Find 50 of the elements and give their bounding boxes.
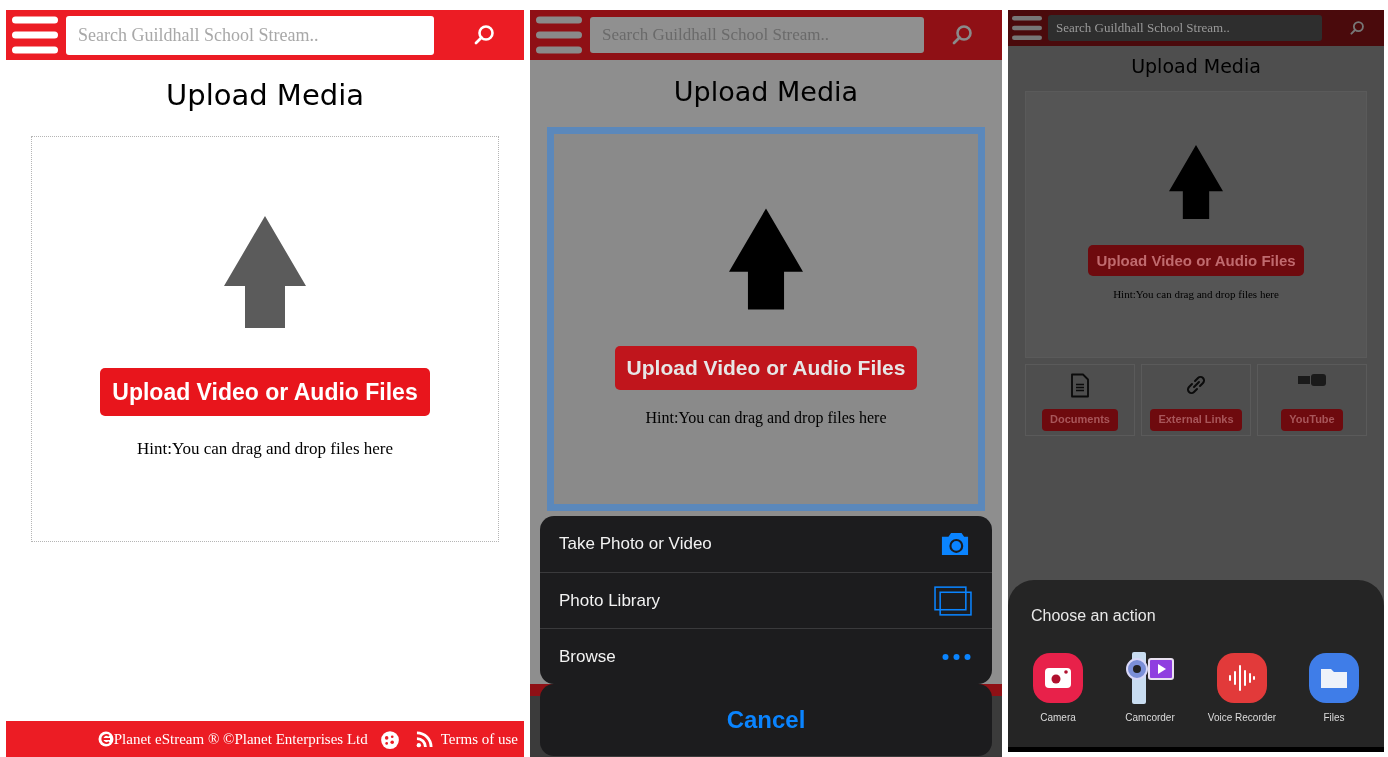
terms-link[interactable]: Terms of use — [440, 727, 518, 751]
app-label: Camcorder — [1125, 711, 1175, 725]
item-label: Photo Library — [559, 589, 661, 612]
search-icon[interactable] — [1350, 21, 1364, 35]
search-icon[interactable] — [952, 25, 972, 45]
stacked-squares-icon — [934, 585, 972, 616]
drop-zone[interactable]: Upload Video or Audio Files Hint:You can drag and drop files here — [1025, 90, 1367, 358]
search-icon[interactable] — [474, 25, 494, 45]
action-sheet-item[interactable]: Take Photo or Video — [540, 516, 992, 572]
app-label: Files — [1323, 711, 1345, 725]
camera-app-icon[interactable] — [1032, 652, 1084, 704]
sheet-title: Choose an action — [1031, 606, 1157, 626]
source-tile[interactable]: YouTube — [1257, 363, 1367, 436]
hint-text: Hint:You can drag and drop files here — [136, 437, 393, 460]
app-label: Camera — [1040, 711, 1076, 725]
upload-button[interactable]: Upload Video or Audio Files — [1088, 245, 1304, 277]
search-field[interactable]: Search Guildhall School Stream.. — [1048, 15, 1322, 41]
action-sheet-item[interactable]: Photo Library — [540, 572, 992, 628]
upload-button[interactable]: Upload Video or Audio Files — [100, 367, 430, 416]
page-title: Upload Media — [166, 77, 364, 114]
page-title: Upload Media — [1131, 54, 1261, 79]
cancel-button[interactable]: Cancel — [540, 684, 992, 756]
menu-icon[interactable] — [1012, 15, 1042, 41]
hint-text: Hint:You can drag and drop files here — [1113, 287, 1279, 303]
menu-icon[interactable] — [12, 16, 58, 54]
sound-wave-app-icon[interactable] — [1216, 652, 1268, 704]
source-tile[interactable]: External Links — [1141, 363, 1251, 436]
item-label: Browse — [559, 645, 616, 668]
folder-app-icon[interactable] — [1308, 652, 1360, 704]
document-icon — [1070, 372, 1090, 398]
item-label: Take Photo or Video — [559, 533, 712, 556]
copyright-text: Planet eStream ® ©Planet Enterprises Ltd — [113, 729, 368, 749]
drop-zone[interactable]: Upload Video or Audio Files Hint:You can drag and drop files here — [31, 135, 499, 542]
cookie-icon[interactable] — [379, 729, 400, 749]
ellipsis-icon — [941, 652, 972, 661]
camcorder-app-icon[interactable] — [1124, 652, 1176, 704]
search-field[interactable]: Search Guildhall School Stream.. — [66, 15, 434, 55]
app-label: Voice Recorder — [1207, 711, 1277, 725]
upload-arrow-icon — [729, 207, 803, 310]
hint-text: Hint:You can drag and drop files here — [645, 407, 887, 429]
upload-arrow-icon — [224, 215, 306, 328]
upload-arrow-icon — [1169, 145, 1223, 220]
source-button[interactable]: Documents — [1042, 408, 1118, 431]
menu-icon[interactable] — [536, 16, 582, 54]
source-button[interactable]: External Links — [1150, 408, 1242, 431]
source-button[interactable]: YouTube — [1281, 408, 1343, 431]
rss-icon[interactable] — [415, 730, 433, 748]
upload-button[interactable]: Upload Video or Audio Files — [614, 345, 918, 390]
source-tile[interactable]: Documents — [1025, 363, 1135, 436]
page-title: Upload Media — [673, 75, 859, 109]
